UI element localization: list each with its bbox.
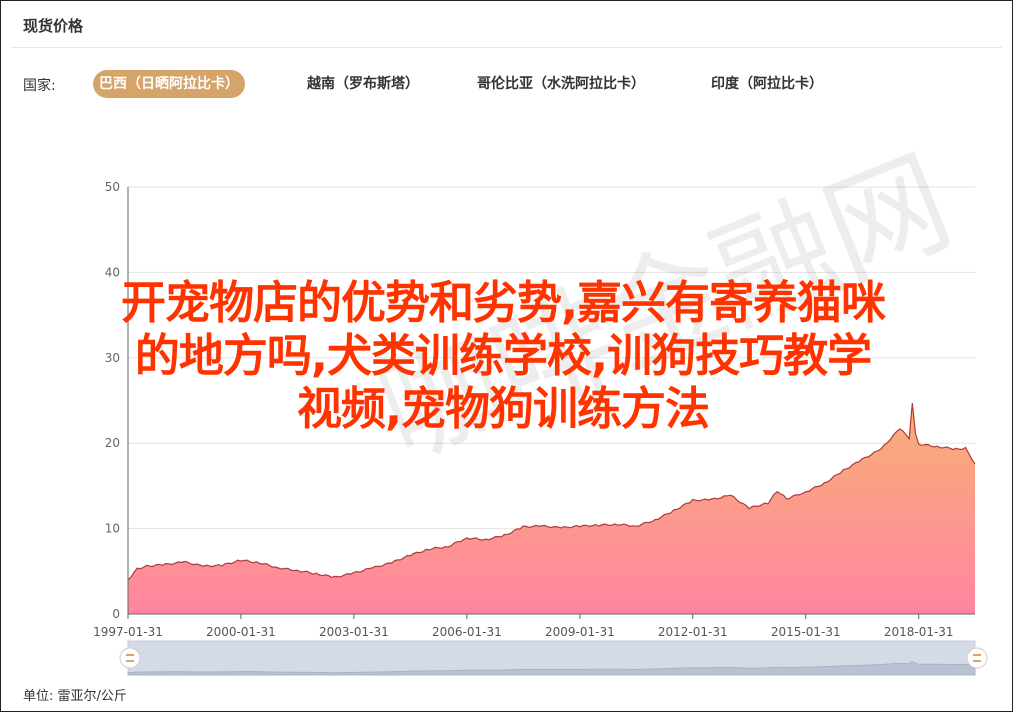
x-tick-label: 2012-01-31 — [658, 625, 728, 639]
x-tick-label: 2006-01-31 — [432, 625, 502, 639]
handle-knob — [966, 647, 988, 669]
y-tick-label: 20 — [105, 436, 120, 450]
x-tick-label: 2009-01-31 — [545, 625, 615, 639]
zoom-handle-right[interactable] — [966, 647, 988, 669]
x-tick-label: 1997-01-31 — [93, 625, 163, 639]
x-tick-label: 2000-01-31 — [206, 625, 276, 639]
zoom-handle-left[interactable] — [119, 647, 141, 669]
x-tick-label: 2015-01-31 — [771, 625, 841, 639]
overlay-headline: 开宠物店的优势和劣势,嘉兴有寄养猫咪 的地方吗,犬类训练学校,训狗技巧教学 视频… — [8, 276, 998, 435]
y-tick-label: 50 — [105, 180, 120, 194]
x-tick-label: 2018-01-31 — [884, 625, 954, 639]
zoom-slider[interactable] — [119, 640, 988, 676]
handle-knob — [119, 647, 141, 669]
y-tick-label: 10 — [105, 522, 120, 536]
y-tick-label: 0 — [112, 607, 120, 621]
overlay-line-2: 的地方吗,犬类训练学校,训狗技巧教学 — [134, 329, 872, 382]
x-tick-label: 2003-01-31 — [319, 625, 389, 639]
overlay-line-3: 视频,宠物狗训练方法 — [296, 382, 710, 435]
overlay-line-1: 开宠物店的优势和劣势,嘉兴有寄养猫咪 — [120, 276, 886, 329]
